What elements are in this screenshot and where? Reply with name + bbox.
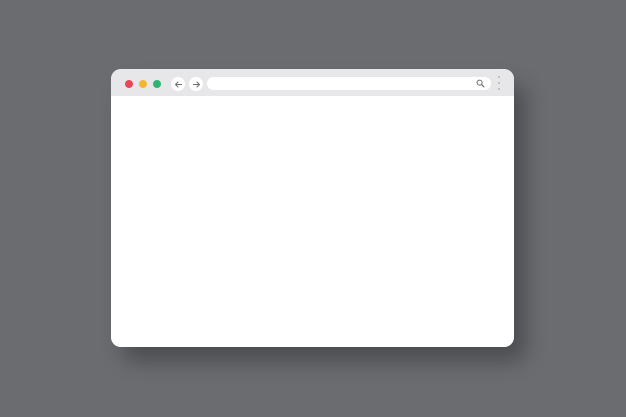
search-icon[interactable] [476, 79, 485, 88]
page-content-area [111, 96, 514, 347]
close-window-button[interactable] [125, 80, 133, 88]
arrow-right-icon [192, 80, 200, 88]
address-bar[interactable] [207, 77, 491, 90]
zoom-window-button[interactable] [153, 80, 161, 88]
arrow-left-icon [174, 80, 182, 88]
minimize-window-button[interactable] [139, 80, 147, 88]
kebab-menu-icon[interactable] [496, 75, 502, 91]
browser-window [111, 69, 514, 347]
title-bar [111, 69, 514, 96]
address-input[interactable] [207, 77, 469, 90]
menu-dot [498, 82, 500, 84]
menu-dot [498, 76, 500, 78]
back-button[interactable] [171, 77, 185, 91]
menu-dot [498, 88, 500, 90]
forward-button[interactable] [189, 77, 203, 91]
